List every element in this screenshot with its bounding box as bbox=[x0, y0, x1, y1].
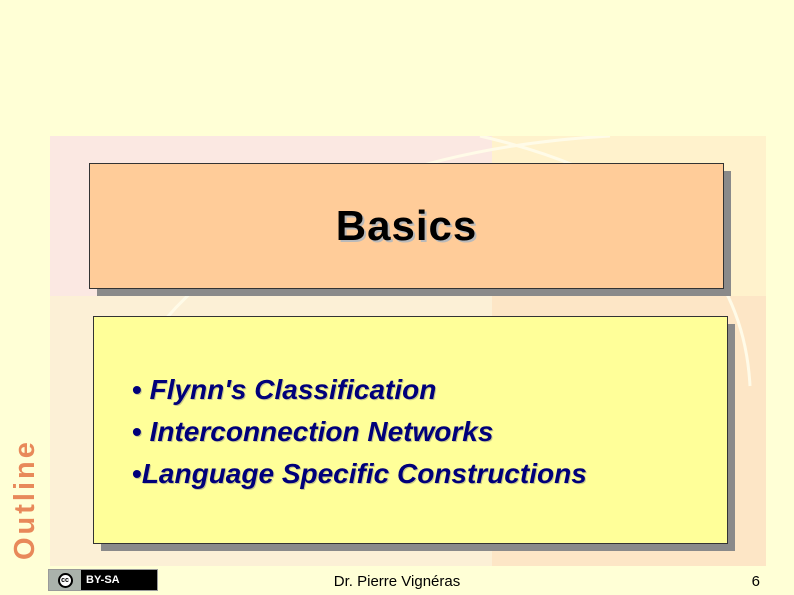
section-label: Outline bbox=[9, 439, 41, 560]
bullet-text: Interconnection Networks bbox=[149, 416, 494, 447]
bullet-marker: • bbox=[132, 374, 150, 405]
slide-title: Basics bbox=[335, 202, 478, 249]
bullet-list: • Flynn's Classification • Interconnecti… bbox=[132, 369, 587, 495]
title-box: Basics bbox=[89, 163, 724, 289]
footer-author: Dr. Pierre Vignéras bbox=[333, 573, 461, 590]
bullet-text: Language Specific Constructions bbox=[141, 458, 587, 489]
page-number: 6 bbox=[751, 573, 760, 590]
bullet-item: • Flynn's Classification bbox=[132, 369, 587, 411]
bullet-item: • Interconnection Networks bbox=[132, 411, 587, 453]
bullet-marker: • bbox=[132, 416, 150, 447]
bullet-text: Flynn's Classification bbox=[149, 374, 437, 405]
content-box: • Flynn's Classification • Interconnecti… bbox=[93, 316, 728, 544]
bullet-item: •Language Specific Constructions bbox=[132, 453, 587, 495]
bullet-marker: • bbox=[132, 458, 142, 489]
